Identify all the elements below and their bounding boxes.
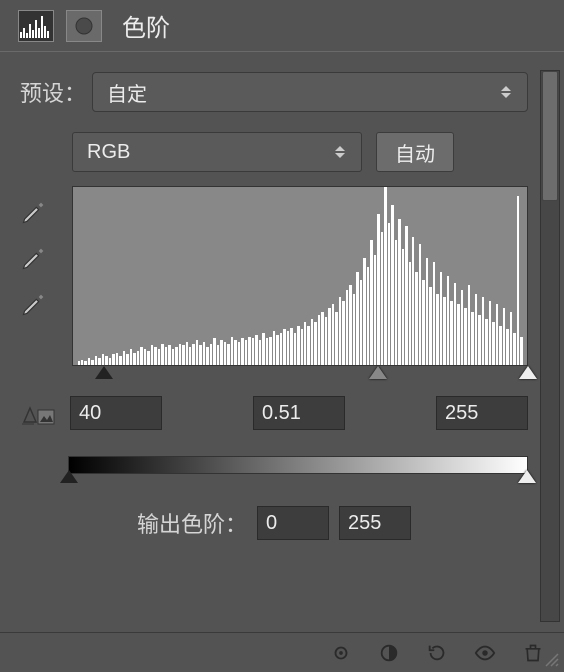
output-white-field[interactable] [339, 506, 411, 540]
trash-icon[interactable] [520, 640, 546, 666]
preset-label: 预设： [20, 76, 86, 108]
output-black-slider[interactable] [60, 470, 78, 483]
output-black-field[interactable] [257, 506, 329, 540]
panel-header: 色阶 [0, 0, 564, 51]
scrollbar[interactable] [540, 70, 560, 622]
link-icon[interactable] [328, 640, 354, 666]
preset-value: 自定 [107, 78, 147, 107]
channel-select[interactable]: RGB [72, 132, 362, 172]
input-slider-track[interactable] [72, 366, 528, 384]
output-gradient[interactable] [68, 456, 528, 474]
adjustment-icon[interactable] [376, 640, 402, 666]
resize-grip-icon[interactable] [544, 652, 560, 668]
black-point-slider[interactable] [95, 366, 113, 379]
scrollbar-thumb[interactable] [542, 71, 558, 201]
histogram [72, 186, 528, 366]
output-white-slider[interactable] [518, 470, 536, 483]
chevron-updown-icon [333, 145, 347, 159]
eyedropper-black-icon[interactable] [20, 198, 48, 226]
eye-icon[interactable] [472, 640, 498, 666]
clipping-warning-icon[interactable] [20, 400, 58, 426]
channel-value: RGB [87, 141, 130, 164]
eyedropper-gray-icon[interactable] [20, 244, 48, 272]
output-label: 输出色阶： [137, 507, 247, 539]
white-point-slider[interactable] [519, 366, 537, 379]
mask-icon[interactable] [66, 10, 102, 42]
panel-title: 色阶 [122, 8, 170, 43]
input-black-field[interactable] [70, 396, 162, 430]
preset-select[interactable]: 自定 [92, 72, 528, 112]
histogram-icon[interactable] [18, 10, 54, 42]
input-mid-field[interactable] [253, 396, 345, 430]
panel-footer [0, 632, 564, 672]
input-white-field[interactable] [436, 396, 528, 430]
reset-icon[interactable] [424, 640, 450, 666]
chevron-updown-icon [499, 85, 513, 99]
eyedropper-white-icon[interactable] [20, 290, 48, 318]
auto-button[interactable]: 自动 [376, 132, 454, 172]
midtone-slider[interactable] [369, 366, 387, 379]
